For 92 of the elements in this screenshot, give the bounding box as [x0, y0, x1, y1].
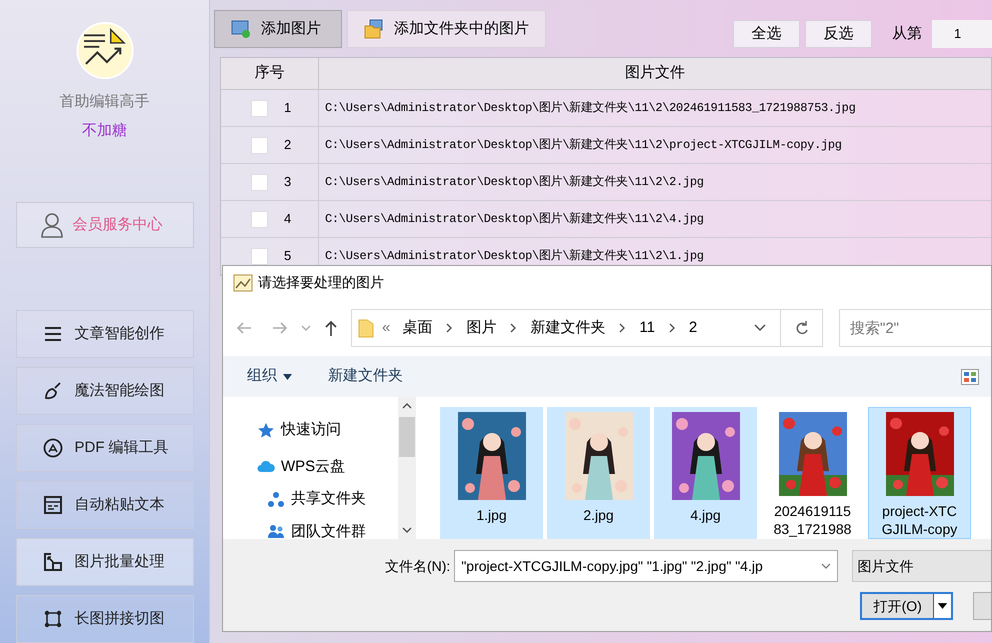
- chevron-right-icon: [668, 323, 675, 333]
- breadcrumb-item[interactable]: 图片: [466, 316, 496, 340]
- crop-frame-icon: [42, 609, 62, 629]
- organize-menu[interactable]: 组织: [247, 365, 292, 388]
- file-name: 2024619115 83_1721988: [772, 502, 852, 538]
- row-number: 3: [284, 173, 292, 192]
- breadcrumb-item[interactable]: 桌面: [402, 316, 432, 340]
- caret-icon[interactable]: [933, 594, 952, 618]
- dialog-title: 请选择要处理的图片: [258, 273, 384, 292]
- file-tile[interactable]: project-XTC GJILM-copy: [868, 407, 971, 539]
- add-image-icon: [231, 19, 251, 39]
- scroll-down-icon[interactable]: [402, 527, 412, 533]
- table-cell-text: C:\Users\Administrator\Desktop\图片\新建文件夹\11\2\2.jpg: [325, 174, 704, 191]
- image-resize-icon: [42, 552, 62, 572]
- back-arrow-icon[interactable]: [235, 320, 253, 336]
- nav-item[interactable]: WPS云盘: [257, 456, 398, 478]
- column-header: 图片文件: [624, 63, 686, 84]
- row-number: 1: [284, 99, 292, 118]
- nav-item[interactable]: 团队文件群: [257, 520, 398, 543]
- breadcrumb-item[interactable]: 新建文件夹: [530, 316, 606, 340]
- select-all-button[interactable]: 全选: [733, 20, 800, 48]
- sidebar-item[interactable]: 图片批量处理: [16, 538, 194, 586]
- table-cell-text: C:\Users\Administrator\Desktop\图片\新建文件夹\11\2\1.jpg: [325, 248, 704, 265]
- nav-item[interactable]: 共享文件夹: [257, 488, 398, 510]
- sidebar-item[interactable]: 文章智能创作: [16, 310, 194, 358]
- invert-selection-button[interactable]: 反选: [805, 20, 872, 48]
- table-cell-text: C:\Users\Administrator\Desktop\图片\新建文件夹\11\2\4.jpg: [325, 211, 704, 228]
- from-field[interactable]: 1: [932, 20, 992, 48]
- people-icon: [267, 523, 285, 540]
- file-tile[interactable]: 1.jpg: [440, 407, 543, 539]
- caret-down-icon: [283, 374, 292, 380]
- circle-glyph-icon: [42, 438, 62, 458]
- refresh-icon: [794, 320, 808, 336]
- logo-icon: [74, 22, 134, 80]
- filename-label: 文件名(N):: [385, 556, 450, 576]
- share-nodes-icon: [267, 490, 285, 508]
- file-name: 4.jpg: [689, 506, 722, 524]
- picture-file-icon: [233, 272, 253, 292]
- table-cell-text: C:\Users\Administrator\Desktop\图片\新建文件夹\11\2\project-XTCGJILM-copy.jpg: [325, 137, 842, 154]
- row-checkbox[interactable]: [251, 100, 268, 116]
- breadcrumb-item[interactable]: 11: [639, 316, 655, 340]
- table-cell-text: C:\Users\Administrator\Desktop\图片\新建文件夹\11\2\202461911583_1721988753.jpg: [325, 100, 856, 117]
- file-type-dropdown[interactable]: 图片文件: [852, 550, 991, 582]
- file-name: 2.jpg: [582, 506, 615, 524]
- open-button[interactable]: 打开(O): [860, 592, 954, 620]
- search-field[interactable]: 搜索"2": [839, 309, 991, 347]
- scroll-up-icon[interactable]: [402, 403, 412, 409]
- toolbar-button[interactable]: 添加文件夹中的图片: [347, 10, 546, 48]
- new-folder-button[interactable]: 新建文件夹: [328, 365, 403, 388]
- lines-icon: [42, 324, 62, 344]
- sidebar-item[interactable]: 自动粘贴文本: [16, 481, 194, 529]
- chevron-right-icon: [446, 323, 452, 333]
- nav-item[interactable]: 快速访问: [257, 419, 398, 442]
- chevron-right-icon: [510, 323, 516, 333]
- row-number: 2: [284, 136, 292, 154]
- file-name: project-XTC GJILM-copy: [880, 502, 958, 538]
- file-tile[interactable]: 2.jpg: [547, 407, 650, 539]
- chevron-right-icon: [619, 323, 626, 333]
- refresh-button[interactable]: [781, 309, 823, 347]
- toolbar-button[interactable]: 添加图片: [214, 10, 342, 48]
- user-name: 不加糖: [82, 120, 127, 141]
- user-icon: [40, 212, 62, 238]
- file-name: 1.jpg: [475, 506, 508, 524]
- filename-field[interactable]: "project-XTCGJILM-copy.jpg" "1.jpg" "2.jpg" "4.jp: [454, 550, 838, 582]
- brush-icon: [42, 381, 62, 401]
- up-arrow-icon[interactable]: [323, 319, 339, 337]
- sidebar-item[interactable]: 魔法智能绘图: [16, 367, 194, 415]
- cancel-button[interactable]: [973, 592, 991, 620]
- scrollbar[interactable]: [398, 397, 416, 539]
- forward-arrow-icon[interactable]: [271, 320, 289, 336]
- address-bar[interactable]: « 桌面 图片 新建文件夹 11 2: [351, 309, 781, 347]
- sidebar-item[interactable]: PDF 编辑工具: [16, 424, 194, 472]
- breadcrumb-item[interactable]: 2: [688, 316, 698, 340]
- row-number: 5: [284, 247, 292, 266]
- view-options-icon[interactable]: [961, 368, 979, 384]
- overflow-chevron[interactable]: «: [382, 316, 390, 340]
- row-checkbox[interactable]: [251, 210, 268, 228]
- file-tile[interactable]: 4.jpg: [654, 407, 757, 539]
- folder-icon: [358, 318, 374, 338]
- chevron-down-icon[interactable]: [754, 324, 766, 332]
- app-name: 首助编辑高手: [60, 92, 150, 112]
- sidebar-item[interactable]: 长图拼接切图: [16, 595, 194, 643]
- form-icon: [42, 495, 62, 515]
- row-checkbox[interactable]: [251, 136, 268, 154]
- row-number: 4: [284, 210, 292, 228]
- folder-images-icon: [364, 19, 384, 39]
- row-checkbox[interactable]: [251, 248, 268, 264]
- row-checkbox[interactable]: [251, 174, 268, 190]
- star-icon: [257, 422, 275, 439]
- from-label: 从第: [892, 24, 922, 44]
- column-header: 序号: [221, 58, 319, 89]
- chevron-down-icon[interactable]: [821, 563, 832, 569]
